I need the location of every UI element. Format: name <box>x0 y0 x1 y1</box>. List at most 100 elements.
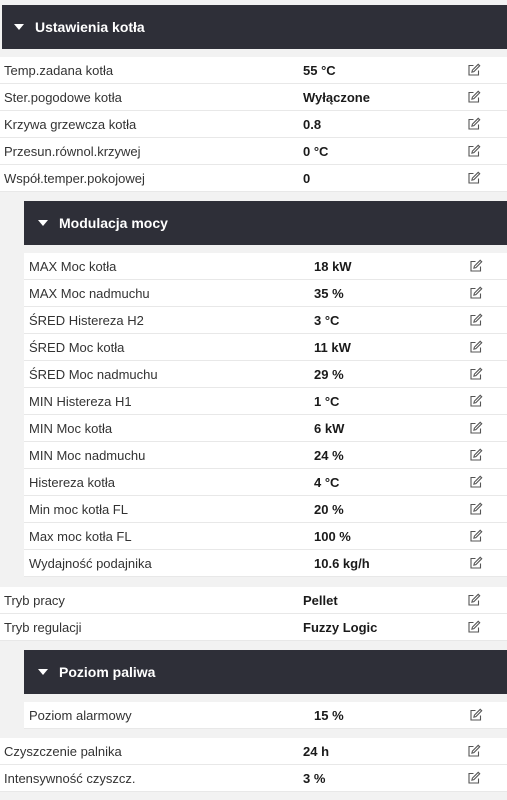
operation-list: Tryb pracy Pellet Tryb regulacji Fuzzy Logi… <box>0 587 507 641</box>
setting-row: Krzywa grzewcza kotła 0.8 <box>0 111 507 138</box>
setting-value: 18 kW <box>314 258 352 274</box>
setting-label: MAX Moc kotła <box>29 258 117 274</box>
setting-value: 24 % <box>314 447 344 463</box>
setting-value: 29 % <box>314 366 344 382</box>
setting-value: 1 °C <box>314 393 340 409</box>
boiler-settings-title: Ustawienia kotła <box>35 19 145 35</box>
setting-label: Czyszczenie palnika <box>4 743 122 759</box>
setting-value: 3 °C <box>314 312 340 328</box>
setting-label: ŚRED Histereza H2 <box>29 312 144 328</box>
edit-pencil-icon[interactable] <box>469 394 483 408</box>
edit-pencil-icon[interactable] <box>467 144 481 158</box>
edit-pencil-icon[interactable] <box>467 63 481 77</box>
edit-pencil-icon[interactable] <box>469 556 483 570</box>
setting-value: 3 % <box>303 770 326 786</box>
setting-label: Intensywność czyszcz. <box>4 770 136 786</box>
setting-value: Wyłączone <box>303 89 370 105</box>
power-modulation-title: Modulacja mocy <box>59 215 168 231</box>
edit-pencil-icon[interactable] <box>469 367 483 381</box>
fuel-level-header[interactable]: Poziom paliwa <box>24 650 507 694</box>
setting-label: Max moc kotła FL <box>29 528 132 544</box>
setting-value: 100 % <box>314 528 351 544</box>
cleaning-list: Czyszczenie palnika 24 h Intensywność czys… <box>0 738 507 792</box>
caret-down-icon[interactable] <box>38 669 48 675</box>
edit-pencil-icon[interactable] <box>467 620 481 634</box>
setting-label: Współ.temper.pokojowej <box>4 170 145 186</box>
setting-label: Histereza kotła <box>29 474 115 490</box>
edit-pencil-icon[interactable] <box>467 117 481 131</box>
setting-row: Intensywność czyszcz. 3 % <box>0 765 507 792</box>
edit-pencil-icon[interactable] <box>469 259 483 273</box>
setting-value: 0.8 <box>303 116 322 132</box>
setting-label: MIN Histereza H1 <box>29 393 132 409</box>
setting-value: 0 °C <box>303 143 329 159</box>
setting-row: Współ.temper.pokojowej 0 <box>0 165 507 192</box>
setting-row: Tryb pracy Pellet <box>0 587 507 614</box>
power-modulation-header[interactable]: Modulacja mocy <box>24 201 507 245</box>
edit-pencil-icon[interactable] <box>467 771 481 785</box>
setting-label: Poziom alarmowy <box>29 707 132 723</box>
setting-label: MAX Moc nadmuchu <box>29 285 150 301</box>
setting-row: Wydajność podajnika 10.6 kg/h <box>24 550 507 577</box>
setting-row: Czyszczenie palnika 24 h <box>0 738 507 765</box>
edit-pencil-icon[interactable] <box>469 340 483 354</box>
setting-row: MAX Moc nadmuchu 35 % <box>24 280 507 307</box>
setting-row: Ster.pogodowe kotła Wyłączone <box>0 84 507 111</box>
edit-pencil-icon[interactable] <box>467 744 481 758</box>
setting-row: Max moc kotła FL 100 % <box>24 523 507 550</box>
edit-pencil-icon[interactable] <box>467 171 481 185</box>
setting-value: 15 % <box>314 707 344 723</box>
setting-value: 0 <box>303 170 311 186</box>
edit-pencil-icon[interactable] <box>469 502 483 516</box>
setting-row: MIN Histereza H1 1 °C <box>24 388 507 415</box>
edit-pencil-icon[interactable] <box>467 90 481 104</box>
setting-label: MIN Moc nadmuchu <box>29 447 146 463</box>
setting-label: Min moc kotła FL <box>29 501 128 517</box>
setting-value: 20 % <box>314 501 344 517</box>
setting-label: Przesun.równol.krzywej <box>4 143 141 159</box>
setting-row: Poziom alarmowy 15 % <box>24 702 507 729</box>
setting-label: ŚRED Moc nadmuchu <box>29 366 158 382</box>
setting-row: MIN Moc kotła 6 kW <box>24 415 507 442</box>
setting-row: ŚRED Moc nadmuchu 29 % <box>24 361 507 388</box>
setting-value: 6 kW <box>314 420 345 436</box>
caret-down-icon[interactable] <box>38 220 48 226</box>
edit-pencil-icon[interactable] <box>469 475 483 489</box>
setting-value: Pellet <box>303 592 338 608</box>
setting-value: 4 °C <box>314 474 340 490</box>
setting-row: Temp.zadana kotła 55 °C <box>0 57 507 84</box>
setting-row: MAX Moc kotła 18 kW <box>24 253 507 280</box>
setting-label: Krzywa grzewcza kotła <box>4 116 137 132</box>
edit-pencil-icon[interactable] <box>469 313 483 327</box>
setting-value: 11 kW <box>314 339 351 355</box>
setting-row: ŚRED Histereza H2 3 °C <box>24 307 507 334</box>
boiler-settings-list: Temp.zadana kotła 55 °C Ster.pogodowe kotł… <box>0 57 507 192</box>
setting-label: Tryb regulacji <box>4 619 82 635</box>
setting-row: Tryb regulacji Fuzzy Logic <box>0 614 507 641</box>
caret-down-icon[interactable] <box>14 24 24 30</box>
edit-pencil-icon[interactable] <box>469 421 483 435</box>
setting-label: MIN Moc kotła <box>29 420 113 436</box>
setting-label: Wydajność podajnika <box>29 555 152 571</box>
edit-pencil-icon[interactable] <box>469 286 483 300</box>
setting-value: 10.6 kg/h <box>314 555 370 571</box>
setting-value: Fuzzy Logic <box>303 619 378 635</box>
fuel-level-list: Poziom alarmowy 15 % <box>0 702 507 729</box>
setting-label: Tryb pracy <box>4 592 65 608</box>
setting-label: ŚRED Moc kotła <box>29 339 125 355</box>
fuel-level-title: Poziom paliwa <box>59 664 156 680</box>
edit-pencil-icon[interactable] <box>469 529 483 543</box>
setting-value: 55 °C <box>303 62 336 78</box>
setting-value: 24 h <box>303 743 330 759</box>
edit-pencil-icon[interactable] <box>467 593 481 607</box>
power-modulation-list: MAX Moc kotła 18 kW MAX Moc nadmuchu 35 % ŚR… <box>0 253 507 577</box>
edit-pencil-icon[interactable] <box>469 708 483 722</box>
boiler-settings-header[interactable]: Ustawienia kotła <box>2 5 507 49</box>
setting-row: Przesun.równol.krzywej 0 °C <box>0 138 507 165</box>
setting-row: ŚRED Moc kotła 11 kW <box>24 334 507 361</box>
setting-row: MIN Moc nadmuchu 24 % <box>24 442 507 469</box>
setting-row: Histereza kotła 4 °C <box>24 469 507 496</box>
edit-pencil-icon[interactable] <box>469 448 483 462</box>
setting-label: Temp.zadana kotła <box>4 62 114 78</box>
setting-row: Min moc kotła FL 20 % <box>24 496 507 523</box>
